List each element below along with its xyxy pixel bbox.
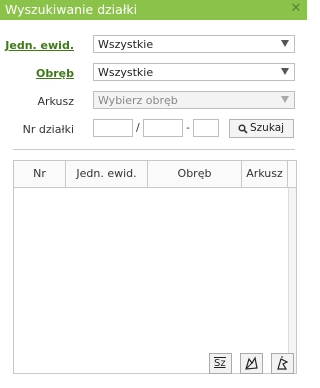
slash-separator: /	[136, 121, 140, 134]
results-table: Nr Jedn. ewid. Obręb Arkusz	[13, 160, 297, 374]
table-header: Nr Jedn. ewid. Obręb Arkusz	[14, 161, 296, 188]
search-parcel-window: Wyszukiwanie działki ✕ Jedn. ewid. Wszys…	[0, 0, 307, 388]
search-button[interactable]: Szukaj	[229, 119, 294, 138]
sz-button[interactable]: Sz	[209, 353, 232, 374]
jedn-ewid-value: Wszystkie	[98, 38, 154, 51]
column-header-arkusz[interactable]: Arkusz	[242, 161, 288, 187]
chevron-down-icon	[281, 68, 289, 75]
title-bar: Wyszukiwanie działki ✕	[0, 0, 307, 20]
nr-dzialki-label: Nr działki	[22, 123, 74, 136]
window-title: Wyszukiwanie działki	[5, 2, 138, 17]
nr-sub-input[interactable]	[143, 119, 183, 137]
column-header-jedn-ewid[interactable]: Jedn. ewid.	[66, 161, 148, 187]
edit-icon	[245, 356, 258, 370]
divider	[13, 149, 295, 150]
pointer-icon	[277, 356, 289, 370]
nr-suffix-input[interactable]	[193, 119, 219, 137]
column-header-obreb[interactable]: Obręb	[148, 161, 242, 187]
table-scrollbar[interactable]	[288, 188, 296, 373]
edit-button[interactable]	[240, 353, 263, 374]
chevron-down-icon	[281, 96, 289, 103]
arkusz-value: Wybierz obręb	[98, 94, 178, 107]
obreb-label[interactable]: Obręb	[36, 67, 74, 80]
arkusz-label: Arkusz	[37, 95, 74, 108]
close-icon[interactable]: ✕	[289, 1, 303, 17]
sz-button-label: Sz	[214, 357, 226, 369]
arkusz-select[interactable]: Wybierz obręb	[93, 91, 295, 109]
obreb-select[interactable]: Wszystkie	[93, 63, 295, 81]
column-header-nr[interactable]: Nr	[14, 161, 66, 187]
nr-main-input[interactable]	[93, 119, 133, 137]
search-button-label: Szukaj	[250, 122, 285, 134]
chevron-down-icon	[281, 40, 289, 47]
jedn-ewid-label[interactable]: Jedn. ewid.	[5, 39, 74, 52]
jedn-ewid-select[interactable]: Wszystkie	[93, 35, 295, 53]
search-icon	[238, 124, 248, 134]
pointer-button[interactable]	[271, 353, 294, 374]
obreb-value: Wszystkie	[98, 66, 154, 79]
dash-separator: -	[186, 121, 190, 134]
